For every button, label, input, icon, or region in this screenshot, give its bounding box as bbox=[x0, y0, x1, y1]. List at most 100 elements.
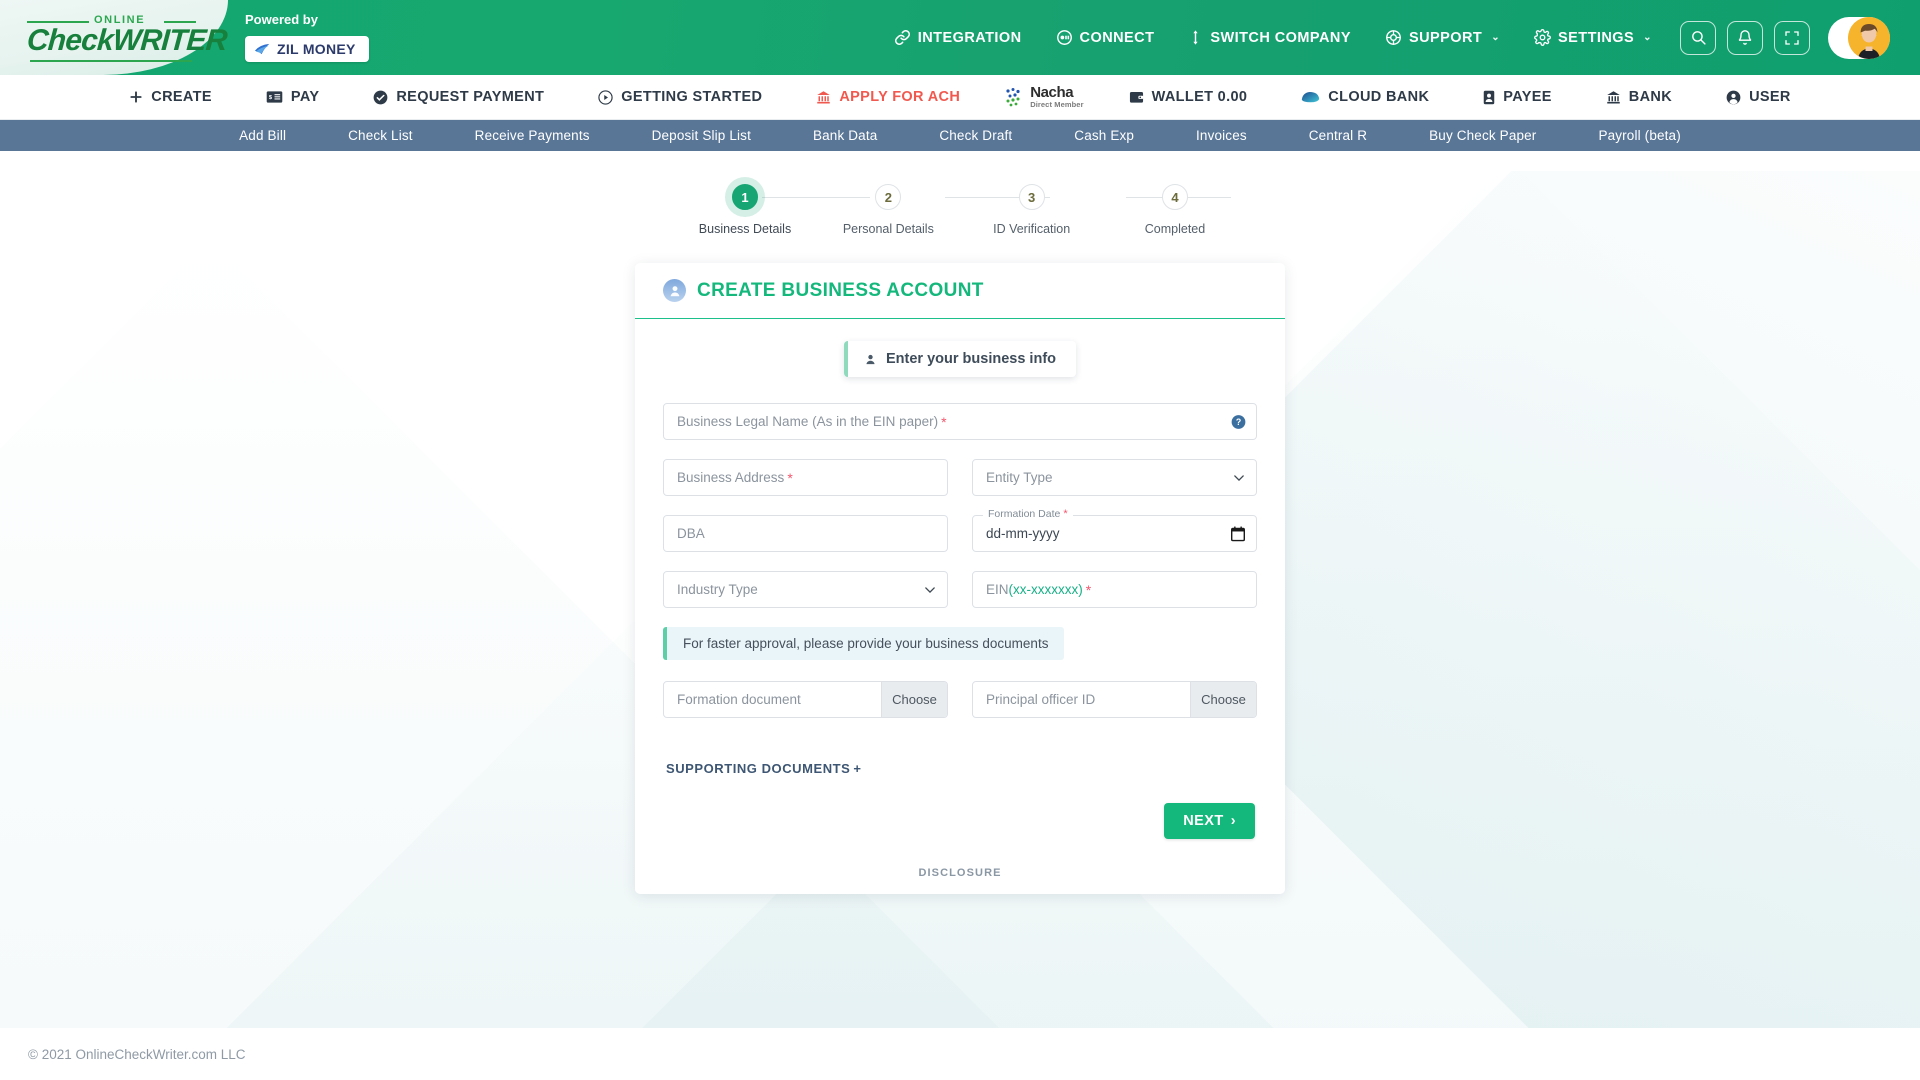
nav-item-wallet[interactable]: WALLET 0.00 bbox=[1102, 89, 1275, 105]
nav-item-label: GETTING STARTED bbox=[621, 89, 763, 105]
nacha-sublabel: Direct Member bbox=[1030, 100, 1084, 110]
help-icon[interactable]: ? bbox=[1231, 414, 1246, 429]
nav-item-pay[interactable]: $ PAY bbox=[239, 89, 346, 105]
user-menu-button[interactable] bbox=[1828, 16, 1890, 59]
stepper-step-id-verification[interactable]: 3 ID Verification bbox=[977, 184, 1087, 236]
avatar bbox=[1848, 16, 1890, 59]
next-button[interactable]: NEXT › bbox=[1164, 803, 1255, 839]
top-nav-item-support[interactable]: SUPPORT ⌄ bbox=[1368, 29, 1517, 46]
entity-type-placeholder: Entity Type bbox=[986, 470, 1053, 485]
stepper-label: Personal Details bbox=[842, 222, 934, 236]
sub-nav-item-invoices[interactable]: Invoices bbox=[1165, 128, 1278, 143]
nav-item-label: PAYEE bbox=[1503, 89, 1552, 105]
principal-officer-id-placeholder[interactable]: Principal officer ID bbox=[973, 682, 1190, 717]
ein-input[interactable]: EIN (xx-xxxxxxx) * bbox=[972, 571, 1257, 608]
nav-item-getting-started[interactable]: GETTING STARTED bbox=[571, 89, 789, 105]
nav-item-bank[interactable]: BANK bbox=[1579, 89, 1699, 105]
nav-item-request-payment[interactable]: REQUEST PAYMENT bbox=[346, 89, 571, 105]
card-header: CREATE BUSINESS ACCOUNT bbox=[635, 263, 1285, 319]
enter-business-info-chip[interactable]: Enter your business info bbox=[844, 341, 1076, 377]
nav-item-label: CLOUD BANK bbox=[1328, 89, 1430, 105]
stepper-step-completed[interactable]: 4 Completed bbox=[1120, 184, 1230, 236]
stepper-step-business-details[interactable]: 1 Business Details bbox=[690, 184, 800, 236]
nav-item-label: WALLET 0.00 bbox=[1151, 89, 1248, 105]
app-logo[interactable]: ONLINE CheckWRITER bbox=[22, 8, 228, 66]
field-business-legal-name: Business Legal Name (As in the EIN paper… bbox=[663, 403, 1257, 440]
page-footer: © 2021 OnlineCheckWriter.com LLC bbox=[0, 1028, 1920, 1080]
chip-label: Enter your business info bbox=[886, 351, 1056, 367]
bank-icon bbox=[1607, 90, 1620, 103]
form-row-industry-ein: Industry Type EIN (xx-xxxxxxx) * bbox=[663, 571, 1257, 608]
top-nav-label: SETTINGS bbox=[1558, 29, 1635, 46]
notifications-button[interactable] bbox=[1727, 20, 1763, 55]
play-circle-icon bbox=[598, 89, 613, 105]
nacha-dots-icon bbox=[1006, 88, 1020, 107]
top-nav-label: INTEGRATION bbox=[917, 29, 1022, 46]
search-button[interactable] bbox=[1680, 20, 1716, 55]
business-address-placeholder: Business Address bbox=[677, 470, 785, 485]
field-business-address: Business Address * bbox=[663, 459, 948, 496]
ein-format-hint: (xx-xxxxxxx) bbox=[1008, 582, 1083, 597]
calendar-icon[interactable] bbox=[1231, 526, 1245, 541]
nav-item-payee[interactable]: PAYEE bbox=[1456, 89, 1579, 105]
stepper-connector-1 bbox=[762, 197, 870, 198]
formation-document-choose-button[interactable]: Choose bbox=[881, 682, 947, 717]
dba-input[interactable]: DBA bbox=[663, 515, 948, 552]
payee-icon bbox=[1484, 90, 1495, 104]
field-principal-officer-id: Principal officer ID Choose bbox=[972, 681, 1257, 718]
required-marker: * bbox=[1063, 508, 1068, 520]
nav-item-label: CREATE bbox=[151, 89, 212, 105]
sub-nav-item-cash-exp[interactable]: Cash Exp bbox=[1043, 128, 1165, 143]
top-nav-item-settings[interactable]: SETTINGS ⌄ bbox=[1517, 29, 1669, 46]
top-header: ONLINE CheckWRITER Powered by ZIL MONEY … bbox=[0, 0, 1920, 75]
top-nav-item-integration[interactable]: INTEGRATION bbox=[877, 29, 1039, 46]
industry-type-select[interactable]: Industry Type bbox=[663, 571, 948, 608]
nav-item-nacha[interactable]: Nacha Direct Member bbox=[987, 85, 1101, 109]
sub-nav-item-central-r[interactable]: Central R bbox=[1278, 128, 1398, 143]
stepper-number: 1 bbox=[732, 184, 758, 210]
stepper-step-personal-details[interactable]: 2 Personal Details bbox=[833, 184, 943, 236]
form-row-documents: Formation document Choose Principal offi… bbox=[663, 681, 1257, 718]
chevron-down-icon: ⌄ bbox=[1491, 32, 1501, 43]
field-dba: DBA bbox=[663, 515, 948, 552]
nav-item-user[interactable]: USER bbox=[1699, 89, 1818, 105]
top-nav-item-connect[interactable]: CONNECT bbox=[1039, 29, 1172, 46]
user-icon bbox=[1726, 90, 1741, 104]
formation-date-label: Formation Date * bbox=[983, 508, 1073, 520]
nav-item-apply-for-ach[interactable]: APPLY FOR ACH bbox=[789, 89, 987, 105]
stepper-number: 3 bbox=[1018, 184, 1045, 210]
powered-by-label: Powered by bbox=[245, 12, 318, 27]
principal-officer-id-choose-button[interactable]: Choose bbox=[1190, 682, 1256, 717]
sub-nav-item-payroll-beta[interactable]: Payroll (beta) bbox=[1567, 128, 1711, 143]
top-nav-item-switch-company[interactable]: SWITCH COMPANY bbox=[1171, 29, 1368, 46]
business-legal-name-input[interactable]: Business Legal Name (As in the EIN paper… bbox=[663, 403, 1257, 440]
sub-nav-item-add-bill[interactable]: Add Bill bbox=[208, 128, 317, 143]
sub-nav-item-receive-payments[interactable]: Receive Payments bbox=[444, 128, 621, 143]
sub-nav-item-buy-check-paper[interactable]: Buy Check Paper bbox=[1398, 128, 1567, 143]
section-chip-row: Enter your business info bbox=[663, 341, 1257, 377]
field-ein: EIN (xx-xxxxxxx) * bbox=[972, 571, 1257, 608]
stepper-number: 4 bbox=[1161, 184, 1188, 210]
zil-wing-icon bbox=[254, 43, 270, 55]
sub-nav-item-check-draft[interactable]: Check Draft bbox=[908, 128, 1043, 143]
business-address-input[interactable]: Business Address * bbox=[663, 459, 948, 496]
check-circle-icon bbox=[373, 90, 388, 104]
formation-date-input[interactable]: Formation Date * dd-mm-yyyy bbox=[972, 508, 1257, 552]
field-industry-type: Industry Type bbox=[663, 571, 948, 608]
main-content: 1 Business Details 2 Personal Details 3 … bbox=[0, 184, 1920, 894]
fullscreen-button[interactable] bbox=[1774, 20, 1810, 55]
person-icon bbox=[866, 354, 875, 364]
nav-item-create[interactable]: CREATE bbox=[102, 89, 239, 105]
supporting-documents-toggle[interactable]: SUPPORTING DOCUMENTS + bbox=[666, 761, 862, 776]
zil-money-badge[interactable]: ZIL MONEY bbox=[245, 36, 369, 62]
sub-nav-item-check-list[interactable]: Check List bbox=[317, 128, 444, 143]
sub-nav-item-deposit-slip-list[interactable]: Deposit Slip List bbox=[621, 128, 782, 143]
disclosure-link[interactable]: DISCLOSURE bbox=[918, 867, 1001, 879]
logo-wordmark: CheckWRITER bbox=[25, 24, 228, 57]
nav-item-label: USER bbox=[1749, 89, 1791, 105]
top-nav: INTEGRATION CONNECT SWITCH COMPANY SUPPO… bbox=[877, 0, 1890, 75]
sub-nav-item-bank-data[interactable]: Bank Data bbox=[782, 128, 908, 143]
entity-type-select[interactable]: Entity Type bbox=[972, 459, 1257, 496]
formation-document-placeholder[interactable]: Formation document bbox=[664, 682, 881, 717]
nav-item-cloud-bank[interactable]: CLOUD BANK bbox=[1274, 89, 1456, 105]
